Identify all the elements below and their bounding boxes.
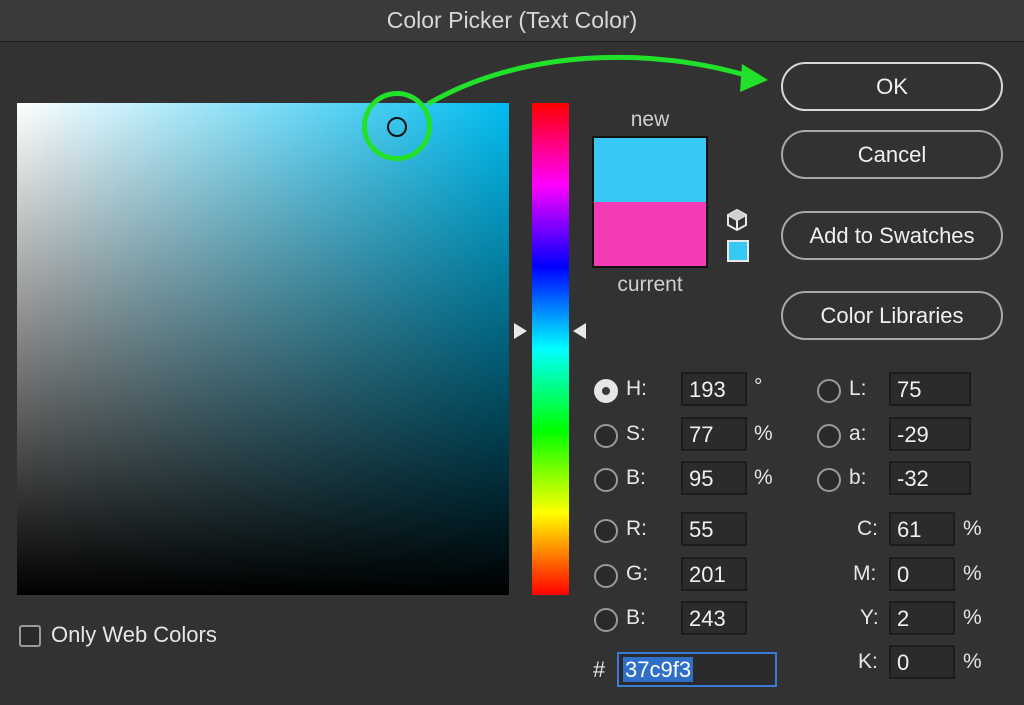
color-field[interactable] [17, 103, 509, 595]
lab-l-input[interactable]: 75 [889, 372, 971, 406]
lab-b-input[interactable]: -32 [889, 461, 971, 495]
add-to-swatches-button[interactable]: Add to Swatches [781, 211, 1003, 260]
cube-icon[interactable] [724, 207, 750, 233]
hue-label: H: [626, 377, 647, 400]
yellow-unit: % [963, 606, 982, 629]
red-label: R: [626, 517, 647, 540]
lab-a-radio[interactable] [817, 424, 841, 448]
black-label: K: [858, 650, 878, 673]
hue-radio[interactable] [594, 379, 618, 403]
current-color-swatch[interactable] [594, 202, 706, 266]
hex-value[interactable]: 37c9f3 [623, 657, 694, 682]
lab-b-radio[interactable] [817, 468, 841, 492]
lab-a-input[interactable]: -29 [889, 417, 971, 451]
green-label: G: [626, 562, 649, 585]
saturation-unit: % [754, 422, 773, 445]
color-field-marker[interactable] [387, 117, 407, 137]
red-input[interactable]: 55 [681, 512, 747, 546]
lab-l-label: L: [849, 377, 867, 400]
red-radio[interactable] [594, 519, 618, 543]
brightness-label: B: [626, 466, 646, 489]
hex-input[interactable]: 37c9f3 [617, 652, 777, 687]
new-color-swatch [594, 138, 706, 202]
hue-slider[interactable] [532, 103, 569, 595]
only-web-colors-checkbox[interactable] [19, 625, 41, 647]
magenta-label: M: [853, 562, 877, 585]
brightness-radio[interactable] [594, 468, 618, 492]
black-unit: % [963, 650, 982, 673]
yellow-input[interactable]: 2 [889, 601, 955, 635]
cancel-button[interactable]: Cancel [781, 130, 1003, 179]
green-radio[interactable] [594, 564, 618, 588]
hue-input[interactable]: 193 [681, 372, 747, 406]
cyan-unit: % [963, 517, 982, 540]
saturation-label: S: [626, 422, 646, 445]
saturation-input[interactable]: 77 [681, 417, 747, 451]
blue-input[interactable]: 243 [681, 601, 747, 635]
magenta-unit: % [963, 562, 982, 585]
hue-unit: ° [754, 375, 763, 398]
hex-prefix: # [593, 657, 606, 682]
blue-radio[interactable] [594, 608, 618, 632]
hue-slider-handle-left[interactable] [514, 323, 527, 339]
color-libraries-button[interactable]: Color Libraries [781, 291, 1003, 340]
yellow-label: Y: [860, 606, 879, 629]
blue-label: B: [626, 606, 646, 629]
title-bar: Color Picker (Text Color) [0, 0, 1024, 42]
cyan-label: C: [857, 517, 878, 540]
magenta-input[interactable]: 0 [889, 557, 955, 591]
only-web-colors-label: Only Web Colors [51, 622, 217, 647]
lab-a-label: a: [849, 422, 867, 445]
new-color-label: new [630, 108, 670, 131]
current-color-label: current [617, 273, 683, 296]
green-input[interactable]: 201 [681, 557, 747, 591]
cyan-input[interactable]: 61 [889, 512, 955, 546]
lab-b-label: b: [849, 466, 867, 489]
black-input[interactable]: 0 [889, 645, 955, 679]
saturation-radio[interactable] [594, 424, 618, 448]
window-title: Color Picker (Text Color) [386, 7, 638, 33]
color-preview [592, 136, 708, 268]
brightness-unit: % [754, 466, 773, 489]
hue-slider-handle-right[interactable] [573, 323, 586, 339]
ok-button[interactable]: OK [781, 62, 1003, 111]
brightness-input[interactable]: 95 [681, 461, 747, 495]
web-swatch-icon[interactable] [727, 240, 749, 262]
lab-l-radio[interactable] [817, 379, 841, 403]
